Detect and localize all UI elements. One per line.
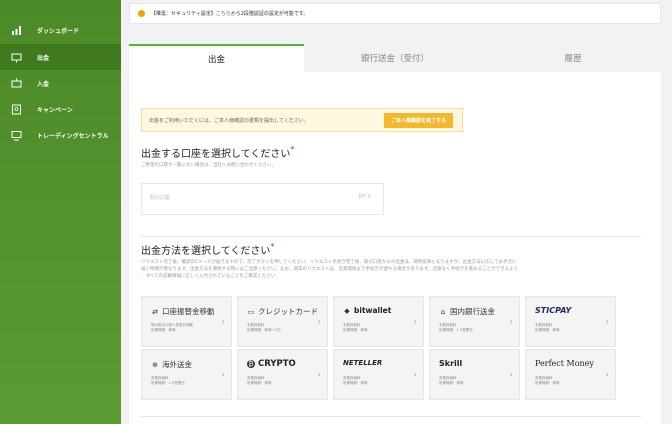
chevron-right-icon: › (413, 370, 417, 379)
sidebar-label: トレーディングセントラル (37, 132, 109, 140)
method-note: リクエスト完了後、確認のEメールが届きますので、完了ボタンを押してください。リク… (141, 260, 519, 279)
main-content: 【推奨：セキュリティ設定】 こちら から2段階認証の設定が可能です。 出金 銀行… (121, 0, 672, 424)
tab-bar: 出金 銀行送金（受付） 履歴 (129, 44, 661, 72)
chevron-right-icon: › (221, 370, 225, 379)
sidebar-item-trading-central[interactable]: トレーディングセントラル (0, 122, 121, 148)
security-notice: 【推奨：セキュリティ設定】 こちら から2段階認証の設定が可能です。 (129, 3, 661, 24)
tab-withdraw[interactable]: 出金 (129, 44, 304, 72)
divider (141, 236, 641, 237)
sidebar-item-campaign[interactable]: キャンペーン (0, 96, 121, 122)
notice-suffix: から2段階認証の設定が可能です。 (230, 11, 309, 17)
account-section-title: 出金する口座を選択してください* (141, 145, 295, 160)
account-label: 取引口座 (150, 195, 171, 201)
chevron-right-icon: › (221, 317, 225, 326)
transfer-icon: ⇄ (152, 307, 158, 316)
required-mark: * (270, 242, 275, 251)
sticpay-logo: STICPAY (535, 306, 572, 315)
method-card-crypto[interactable]: ₿ CRYPTO 手数料無料 処理時間：即時 › (237, 349, 328, 400)
chevron-right-icon: › (605, 317, 609, 326)
skrill-logo: Skrill (439, 359, 463, 368)
method-card-skrill[interactable]: Skrill 手数料無料 処理時間：即時 › (429, 349, 520, 400)
monitor-icon (11, 130, 22, 140)
tab-bank-transfer[interactable]: 銀行送金（受付） (307, 44, 483, 72)
warning-icon (138, 10, 145, 17)
kyc-banner: 出金をご利用いただくには、ご本人様確認の書類を提出してください。 ご本人様確認を… (141, 108, 463, 132)
bank-icon: ⌂ (440, 307, 446, 316)
method-section-title: 出金方法を選択してください* (141, 242, 275, 257)
account-select[interactable]: 取引口座 JPY 0 (141, 183, 384, 215)
method-card-credit-card[interactable]: ▭ クレジットカード 手数料無料 処理時間：即時〜1日 › (237, 296, 328, 347)
complete-kyc-button[interactable]: ご本人様確認を完了する (383, 113, 453, 128)
sidebar-item-withdraw[interactable]: 出金 (0, 44, 121, 70)
chevron-right-icon: › (509, 370, 513, 379)
method-card-perfect-money[interactable]: Perfect Money 手数料無料 処理時間：即時 › (525, 349, 616, 400)
deposit-icon (11, 78, 22, 87)
divider (141, 416, 641, 417)
notice-prefix: 【推奨：セキュリティ設定】 (151, 11, 216, 17)
neteller-logo: NETELLER (343, 359, 383, 367)
method-card-overseas-transfer[interactable]: ⊕ 海外送金 手数料無料 処理時間：2-5営業日 › (141, 349, 232, 400)
withdraw-panel: 出金をご利用いただくには、ご本人様確認の書類を提出してください。 ご本人様確認を… (129, 72, 661, 424)
sidebar-label: 入金 (37, 80, 50, 88)
method-card-account-transfer[interactable]: ⇄ 口座振替金移動 他の取引口座へ資金を移動 処理時間：即時 › (141, 296, 232, 347)
method-card-domestic-bank[interactable]: ⌂ 国内銀行送金 手数料無料 処理時間：1-3営業日 › (429, 296, 520, 347)
sidebar: ダッシュボード 出金 入金 キャンペーン トレーディングセントラル (0, 0, 121, 424)
method-card-bitwallet[interactable]: ◆ bitwallet 手数料無料 処理時間：即時 › (333, 296, 424, 347)
required-mark: * (290, 145, 295, 154)
chevron-right-icon: › (317, 370, 321, 379)
account-note: ご希望の口座が一覧にない場合は、当社へお問い合わせください。 (141, 163, 276, 168)
campaign-icon (12, 104, 21, 114)
perfect-money-logo: Perfect Money (535, 359, 594, 368)
chevron-right-icon: › (605, 370, 609, 379)
sidebar-item-dashboard[interactable]: ダッシュボード (0, 17, 121, 43)
sidebar-item-deposit[interactable]: 入金 (0, 70, 121, 96)
bitwallet-icon: ◆ (344, 306, 350, 315)
sidebar-label: ダッシュボード (37, 27, 80, 35)
chevron-right-icon: › (509, 317, 513, 326)
globe-icon: ⊕ (152, 360, 158, 369)
sidebar-label: キャンペーン (37, 106, 73, 114)
sidebar-label: 出金 (37, 54, 50, 62)
chart-icon (12, 25, 21, 35)
account-balance: JPY 0 (358, 194, 371, 200)
kyc-text: 出金をご利用いただくには、ご本人様確認の書類を提出してください。 (149, 117, 309, 124)
tab-history[interactable]: 履歴 (485, 44, 661, 72)
withdraw-icon (11, 53, 22, 62)
bitcoin-icon: ₿ (247, 360, 255, 368)
chevron-right-icon: › (317, 317, 321, 326)
method-card-neteller[interactable]: NETELLER 手数料無料 処理時間：即時 › (333, 349, 424, 400)
notice-link[interactable]: こちら (216, 10, 231, 17)
card-icon: ▭ (247, 307, 255, 316)
chevron-right-icon: › (413, 317, 417, 326)
method-card-sticpay[interactable]: STICPAY 手数料無料 処理時間：即時 › (525, 296, 616, 347)
